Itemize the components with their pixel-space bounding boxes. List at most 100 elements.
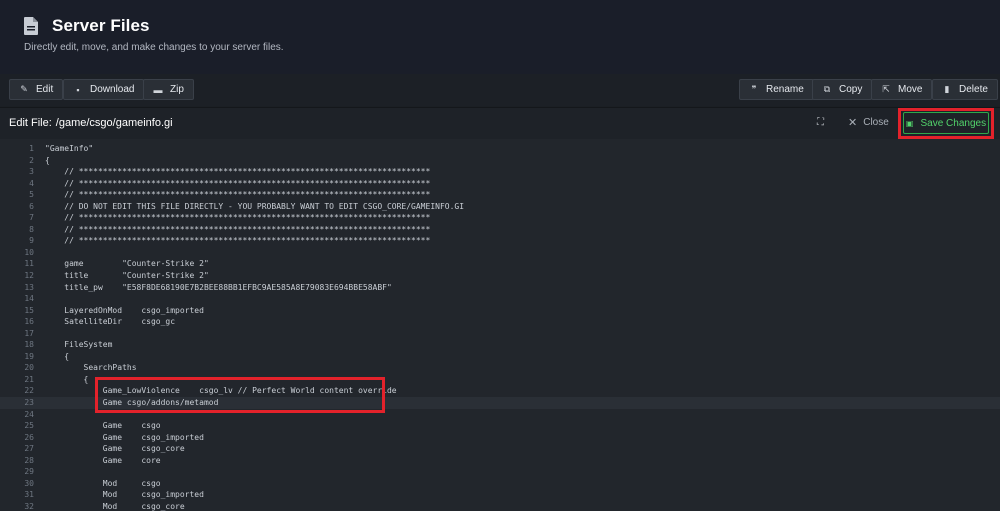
line-number: 2 (29, 155, 34, 165)
move-button-label: Move (898, 84, 923, 95)
line-number: 26 (24, 432, 34, 442)
copy-button[interactable]: ⧉ Copy (812, 79, 873, 100)
line-number: 31 (24, 490, 34, 500)
line-text: // *************************************… (45, 178, 431, 188)
code-line[interactable]: 23 Game csgo/addons/metamod (0, 397, 1000, 409)
rename-button[interactable]: ❞ Rename (739, 79, 814, 100)
zip-button-label: Zip (170, 84, 184, 95)
code-line[interactable]: 1 "GameInfo" (0, 143, 1000, 155)
download-button-label: Download (90, 84, 135, 95)
line-text: Game_LowViolence csgo_lv // Perfect Worl… (45, 386, 397, 396)
file-toolbar: ✎ Edit ▪ Download ▬ Zip ❞ Rename ⧉ Copy … (0, 74, 1000, 106)
line-number: 15 (24, 305, 34, 315)
line-number: 21 (24, 374, 34, 384)
code-line[interactable]: 30 Mod csgo (0, 478, 1000, 490)
code-line[interactable]: 18 FileSystem (0, 339, 1000, 351)
line-number: 20 (24, 363, 34, 373)
line-number: 5 (29, 190, 34, 200)
line-number: 9 (29, 236, 34, 246)
code-line[interactable]: 15 LayeredOnMod csgo_imported (0, 305, 1000, 317)
code-line[interactable]: 9 // ***********************************… (0, 235, 1000, 247)
file-icon (24, 17, 38, 35)
code-line[interactable]: 14 (0, 293, 1000, 305)
code-line[interactable]: 8 // ***********************************… (0, 224, 1000, 236)
line-text: // *************************************… (45, 167, 431, 177)
code-line[interactable]: 2{ (0, 155, 1000, 167)
code-line[interactable]: 24 (0, 409, 1000, 421)
line-number: 1 (29, 144, 34, 153)
code-line[interactable]: 6 // DO NOT EDIT THIS FILE DIRECTLY - YO… (0, 201, 1000, 213)
line-text: Game core (45, 455, 161, 465)
line-number: 8 (29, 224, 34, 234)
line-number: 19 (24, 351, 34, 361)
pencil-icon: ✎ (20, 84, 28, 94)
line-number: 28 (24, 455, 34, 465)
editor-header: Edit File:/game/csgo/gameinfo.gi ⛶ ✕ Clo… (0, 107, 1000, 139)
code-line[interactable]: 29 (0, 466, 1000, 478)
code-line[interactable]: 16 SatelliteDir csgo_gc (0, 316, 1000, 328)
zip-button[interactable]: ▬ Zip (143, 79, 194, 100)
code-line[interactable]: 7 // ***********************************… (0, 212, 1000, 224)
move-button[interactable]: ⇱ Move (871, 79, 933, 100)
line-number: 3 (29, 167, 34, 177)
line-number: 29 (24, 467, 34, 477)
line-number: 4 (29, 178, 34, 188)
code-line[interactable]: 4 // ***********************************… (0, 178, 1000, 190)
code-line[interactable]: 12 title "Counter-Strike 2" (0, 270, 1000, 282)
save-changes-button[interactable]: ▣ Save Changes (903, 112, 989, 134)
line-number: 12 (24, 271, 34, 281)
delete-button[interactable]: ▮ Delete (932, 79, 998, 100)
line-text: Game csgo_core (45, 444, 185, 454)
code-line[interactable]: 22 Game_LowViolence csgo_lv // Perfect W… (0, 385, 1000, 397)
line-number: 32 (24, 501, 34, 511)
page-subtitle: Directly edit, move, and make changes to… (24, 42, 284, 53)
edit-file-label: Edit File:/game/csgo/gameinfo.gi (9, 117, 173, 129)
line-number: 7 (29, 213, 34, 223)
line-text: Mod csgo_core (45, 501, 185, 511)
code-line[interactable]: 19 { (0, 351, 1000, 363)
code-line[interactable]: 26 Game csgo_imported (0, 432, 1000, 444)
delete-button-label: Delete (959, 84, 988, 95)
line-number: 27 (24, 444, 34, 454)
rename-button-label: Rename (766, 84, 804, 95)
code-line[interactable]: 13 title_pw "E58F8DE68190E7B2BEE88BB1EFB… (0, 282, 1000, 294)
code-editor[interactable]: 1 "GameInfo" 2{3 // **********************… (0, 139, 1000, 511)
code-line[interactable]: 21 { (0, 374, 1000, 386)
line-text: LayeredOnMod csgo_imported (45, 305, 204, 315)
close-button[interactable]: ✕ Close (848, 116, 889, 129)
line-number: 14 (24, 294, 34, 304)
line-text: SearchPaths (45, 363, 137, 373)
page-header: Server Files Directly edit, move, and ma… (0, 0, 1000, 74)
archive-icon: ▬ (153, 84, 163, 95)
edit-button[interactable]: ✎ Edit (9, 79, 64, 100)
code-line[interactable]: 27 Game csgo_core (0, 443, 1000, 455)
line-number: 6 (29, 201, 34, 211)
code-line[interactable]: 10 (0, 247, 1000, 259)
line-number: 25 (24, 421, 34, 431)
copy-icon: ⧉ (823, 84, 831, 94)
code-line[interactable]: 3 // ***********************************… (0, 166, 1000, 178)
line-text: Mod csgo (45, 478, 161, 488)
code-line[interactable]: 31 Mod csgo_imported (0, 489, 1000, 501)
code-line[interactable]: 20 SearchPaths (0, 362, 1000, 374)
line-number: 18 (24, 340, 34, 350)
expand-icon[interactable]: ⛶ (817, 117, 824, 128)
line-number: 23 (24, 398, 34, 408)
code-line[interactable]: 32 Mod csgo_core (0, 501, 1000, 511)
line-text: // *************************************… (45, 213, 431, 223)
code-line[interactable]: 25 Game csgo (0, 420, 1000, 432)
code-line[interactable]: 5 // ***********************************… (0, 189, 1000, 201)
line-number: 10 (24, 247, 34, 257)
edit-button-label: Edit (36, 84, 54, 95)
line-number: 30 (24, 478, 34, 488)
file-path: /game/csgo/gameinfo.gi (55, 117, 173, 129)
move-icon: ⇱ (882, 84, 890, 94)
line-text: Mod csgo_imported (45, 490, 204, 500)
copy-button-label: Copy (839, 84, 863, 95)
download-button[interactable]: ▪ Download (63, 79, 145, 100)
line-text: Game csgo/addons/metamod (45, 398, 219, 408)
code-line[interactable]: 11 game "Counter-Strike 2" (0, 258, 1000, 270)
code-line[interactable]: 28 Game core (0, 455, 1000, 467)
code-line[interactable]: 17 (0, 328, 1000, 340)
page-title: Server Files (52, 16, 150, 35)
